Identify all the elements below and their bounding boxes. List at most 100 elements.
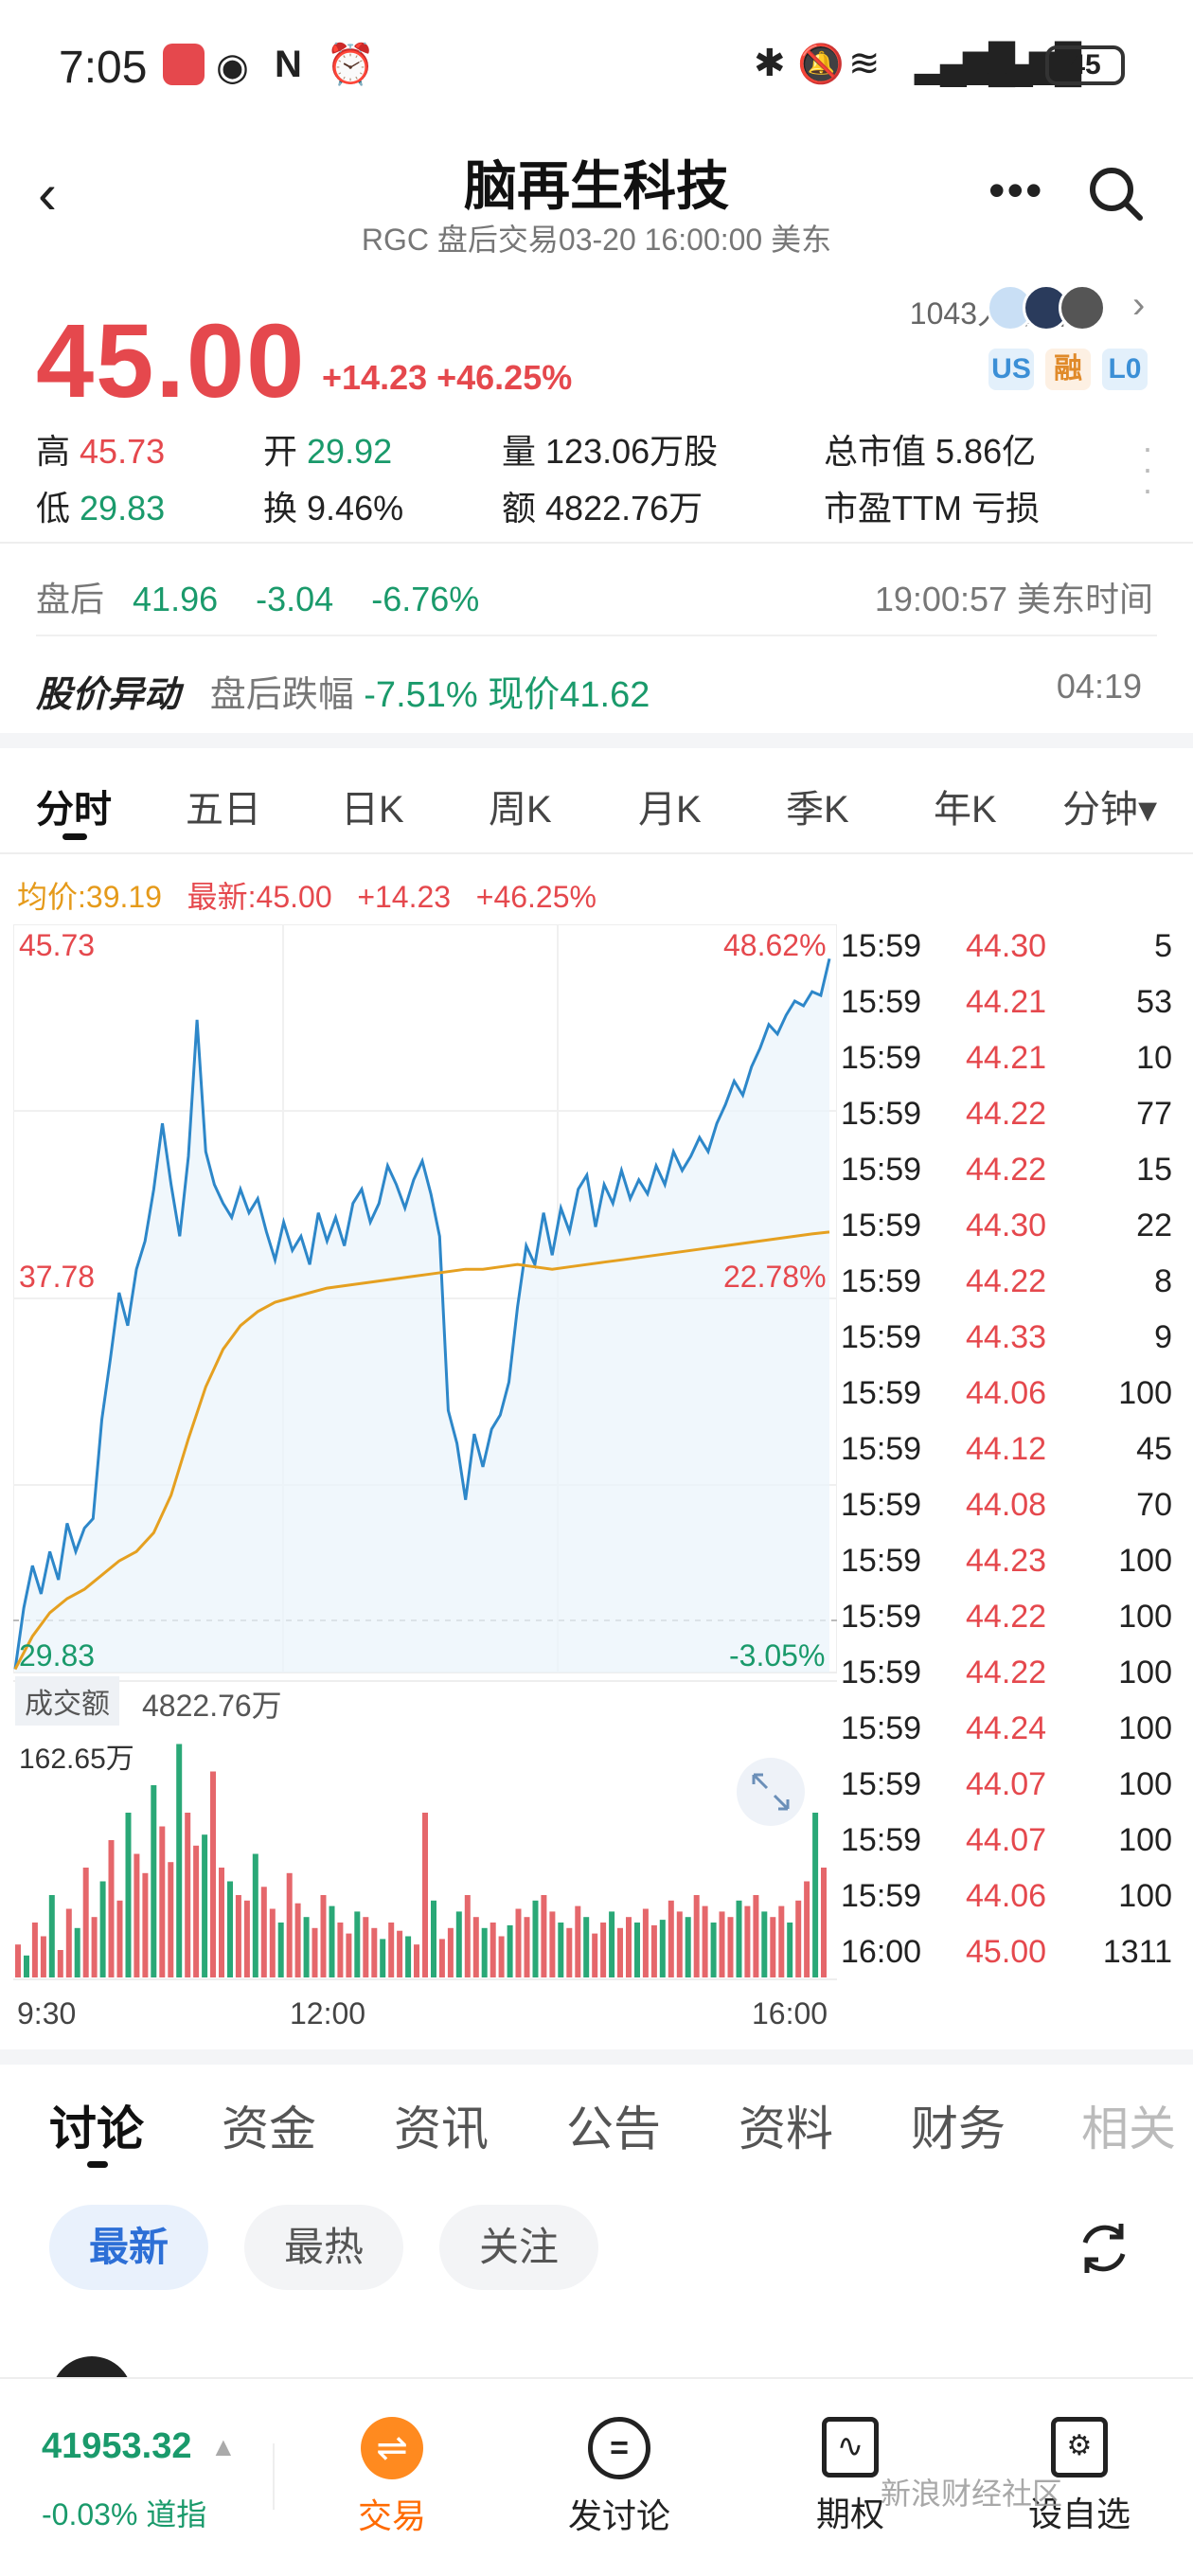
tick-price: 44.21 bbox=[966, 1040, 1047, 1076]
price-change: +14.23 +46.25% bbox=[322, 358, 573, 397]
volume-bar bbox=[549, 1911, 556, 1977]
tick-time: 15:59 bbox=[841, 1431, 922, 1467]
chevron-right-icon[interactable]: › bbox=[1132, 284, 1145, 327]
volume-bars bbox=[15, 1744, 827, 1977]
y-left-top: 45.73 bbox=[19, 928, 96, 962]
nav-post[interactable]: = 发讨论 bbox=[543, 2417, 695, 2538]
tick-row: 15:59 44.23 100 bbox=[841, 1543, 1182, 1599]
refresh-icon[interactable] bbox=[1072, 2216, 1136, 2281]
volume-bar bbox=[719, 1911, 725, 1977]
tick-time: 15:59 bbox=[841, 1152, 922, 1188]
tab-daily[interactable]: 日K bbox=[341, 778, 404, 833]
tab-profile[interactable]: 资料 bbox=[739, 2091, 833, 2159]
tab-financials[interactable]: 财务 bbox=[911, 2091, 1006, 2159]
tick-row: 15:59 44.24 100 bbox=[841, 1710, 1182, 1766]
volume-bar bbox=[397, 1930, 403, 1977]
tick-time: 15:59 bbox=[841, 1487, 922, 1523]
chart-icon: ∿ bbox=[822, 2417, 879, 2478]
tab-related[interactable]: 相关 bbox=[1081, 2091, 1176, 2159]
wifi-icon: ≋ bbox=[848, 43, 881, 84]
tick-row: 15:59 44.06 100 bbox=[841, 1878, 1182, 1934]
tab-5day[interactable]: 五日 bbox=[186, 778, 261, 833]
volume-bar bbox=[609, 1911, 615, 1977]
tab-weekly[interactable]: 周K bbox=[489, 778, 552, 833]
volume-bar bbox=[498, 1936, 505, 1977]
volume-bar bbox=[634, 1923, 640, 1977]
tab-funds[interactable]: 资金 bbox=[222, 2091, 316, 2159]
volume-bar bbox=[795, 1900, 802, 1977]
volume-stat: 量 123.06万股 bbox=[502, 432, 719, 471]
intraday-chart[interactable] bbox=[13, 924, 837, 1985]
volume-bar bbox=[354, 1911, 361, 1977]
tab-discussion[interactable]: 讨论 bbox=[49, 2091, 144, 2159]
volume-bar bbox=[668, 1900, 674, 1977]
tick-price: 44.22 bbox=[966, 1599, 1047, 1635]
volume-bar bbox=[303, 1917, 310, 1977]
volume-bar bbox=[524, 1917, 530, 1977]
volume-bar bbox=[447, 1927, 454, 1977]
tick-volume: 45 bbox=[1136, 1431, 1172, 1467]
volume-bar bbox=[583, 1917, 590, 1977]
tick-price: 44.30 bbox=[966, 1208, 1047, 1243]
price-alert-row[interactable]: 股价异动 盘后跌幅 -7.51% 现价41.62 bbox=[36, 665, 650, 717]
volume-bar bbox=[176, 1744, 183, 1977]
tab-intraday[interactable]: 分时 bbox=[36, 778, 112, 833]
tab-news[interactable]: 资讯 bbox=[394, 2091, 489, 2159]
app-notification-icon bbox=[163, 44, 205, 85]
add-watchlist-icon: ⚙ bbox=[1051, 2417, 1108, 2478]
tab-quarterly[interactable]: 季K bbox=[786, 778, 849, 833]
nav-trade[interactable]: ⇌ 交易 bbox=[316, 2417, 468, 2538]
volume-bar bbox=[770, 1917, 776, 1977]
more-icon[interactable]: ••• bbox=[988, 163, 1044, 218]
tab-announcements[interactable]: 公告 bbox=[566, 2091, 661, 2159]
volume-bar bbox=[507, 1924, 513, 1977]
volume-bar bbox=[617, 1927, 623, 1977]
filter-following[interactable]: 关注 bbox=[439, 2205, 598, 2290]
tick-price: 44.22 bbox=[966, 1152, 1047, 1188]
alert-time: 04:19 bbox=[1056, 667, 1142, 706]
tick-time: 15:59 bbox=[841, 1766, 922, 1802]
volume-bar bbox=[812, 1813, 819, 1977]
tick-volume: 100 bbox=[1118, 1822, 1172, 1858]
index-change-row: -0.03% 道指 bbox=[42, 2497, 207, 2531]
tab-minute[interactable]: 分钟▾ bbox=[1062, 778, 1157, 833]
volume-bar bbox=[490, 1923, 496, 1977]
volume-bar bbox=[778, 1905, 785, 1977]
volume-bar bbox=[193, 1845, 200, 1977]
volume-bar bbox=[532, 1900, 539, 1977]
volume-bar bbox=[472, 1917, 479, 1977]
volume-bar bbox=[294, 1903, 301, 1977]
turnover-stat: 换 9.46% bbox=[263, 489, 404, 528]
tab-monthly[interactable]: 月K bbox=[638, 778, 702, 833]
search-icon[interactable] bbox=[1085, 163, 1143, 221]
tick-row: 15:59 44.21 53 bbox=[841, 984, 1182, 1040]
tick-time: 15:59 bbox=[841, 928, 922, 964]
tick-row: 15:59 44.33 9 bbox=[841, 1319, 1182, 1375]
volume-bar bbox=[40, 1936, 46, 1977]
filter-latest[interactable]: 最新 bbox=[49, 2205, 208, 2290]
filter-hot[interactable]: 最热 bbox=[244, 2205, 403, 2290]
market-badge: US bbox=[988, 349, 1034, 390]
volume-bar bbox=[329, 1905, 335, 1977]
tick-time: 15:59 bbox=[841, 1543, 922, 1579]
tick-price: 44.21 bbox=[966, 984, 1047, 1020]
volume-bar bbox=[650, 1924, 657, 1977]
tab-yearly[interactable]: 年K bbox=[934, 778, 997, 833]
volume-bar bbox=[422, 1813, 428, 1977]
mktcap-stat: 总市值 5.86亿 bbox=[824, 432, 1037, 471]
volume-bar bbox=[693, 1895, 700, 1977]
x-label-mid: 12:00 bbox=[290, 1996, 366, 2030]
tick-price: 44.22 bbox=[966, 1655, 1047, 1690]
volume-bar bbox=[659, 1920, 666, 1977]
battery-indicator: 45 bbox=[1045, 45, 1125, 85]
volume-bar bbox=[431, 1900, 436, 1977]
tick-volume: 70 bbox=[1136, 1487, 1172, 1523]
tick-volume: 1311 bbox=[1102, 1934, 1172, 1970]
volume-bar bbox=[761, 1911, 768, 1977]
tick-price: 44.06 bbox=[966, 1375, 1047, 1411]
x-label-open: 9:30 bbox=[17, 1996, 77, 2030]
expand-dots-icon[interactable]: · · · bbox=[1142, 431, 1153, 507]
y-right-mid: 22.78% bbox=[723, 1260, 827, 1294]
index-value[interactable]: 41953.32 bbox=[42, 2426, 192, 2467]
afterhours-time: 19:00:57 美东时间 bbox=[874, 580, 1153, 618]
